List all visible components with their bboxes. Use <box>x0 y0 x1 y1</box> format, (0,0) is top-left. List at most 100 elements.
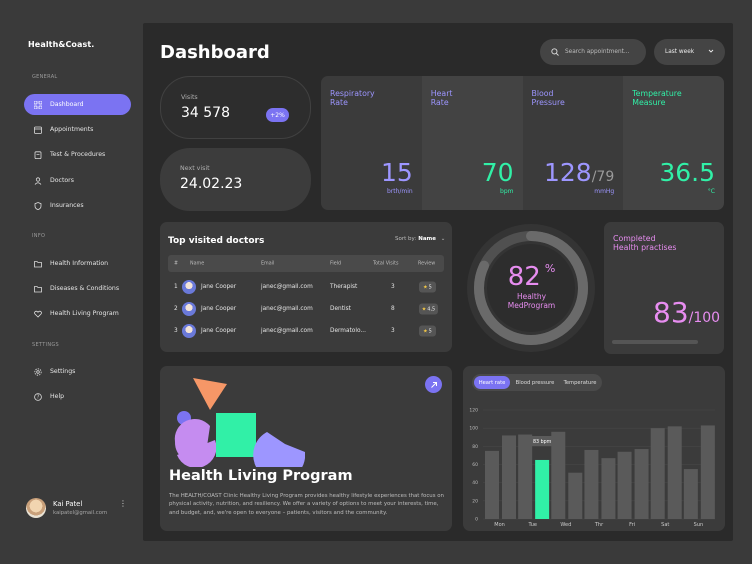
sidebar-item-label: Test & Procedures <box>50 151 106 158</box>
page-title: Dashboard <box>160 42 270 63</box>
table-row[interactable]: 1 Jane Cooper janec@gmail.com Therapist … <box>168 276 444 298</box>
vitals-chart-card: Heart rate Blood pressure Temperature 02… <box>463 366 725 531</box>
doctor-field: Dentist <box>330 306 351 312</box>
vital-value: 15 <box>380 158 413 187</box>
vital-temperature: Temperature Measure 36.5 °C <box>623 76 724 210</box>
progress-text: 82% Healthy MedProgram <box>463 262 600 310</box>
period-dropdown[interactable]: Last week <box>654 39 725 65</box>
doctor-name: Jane Cooper <box>201 284 237 290</box>
x-tick-label: Thr <box>594 522 604 528</box>
chart-tooltip-label: 83 bpm <box>533 439 552 445</box>
doctor-name: Jane Cooper <box>201 306 237 312</box>
sidebar-item-label: Settings <box>50 368 76 375</box>
shield-icon <box>32 200 44 212</box>
user-email: kaipatel@gmail.com <box>53 510 108 516</box>
x-tick-label: Tue <box>527 522 537 528</box>
sidebar-item-appointments[interactable]: Appointments <box>24 119 131 140</box>
sidebar-item-label: Diseases & Conditions <box>50 285 120 292</box>
user-name: Kai Patel <box>53 500 83 508</box>
completed-bar <box>612 340 698 344</box>
sidebar-item-insurances[interactable]: Insurances <box>24 195 131 216</box>
column-header: Review <box>418 261 436 266</box>
doctor-field: Dermatolo... <box>330 328 366 334</box>
person-icon <box>32 175 44 187</box>
sidebar-item-label: Help <box>50 393 65 400</box>
calendar-icon <box>32 124 44 136</box>
sidebar-item-diseases[interactable]: Diseases & Conditions <box>24 278 131 299</box>
sidebar-item-label: Health Information <box>50 260 109 267</box>
visits-card: Visits 34 578 +2% <box>160 76 311 139</box>
medprogram-progress: 82% Healthy MedProgram <box>463 222 600 354</box>
column-header: Email <box>261 261 275 266</box>
chart-bar-highlight <box>535 459 550 519</box>
table-row[interactable]: 2 Jane Cooper janec@gmail.com Dentist 8 … <box>168 298 444 320</box>
y-tick-label: 100 <box>469 426 478 432</box>
folder-icon <box>32 258 44 270</box>
vital-label: Temperature Measure <box>632 89 682 107</box>
sidebar: Health&Coast. GENERAL Dashboard Appointm… <box>0 0 143 564</box>
sidebar-item-tests[interactable]: Test & Procedures <box>24 144 131 165</box>
search-input[interactable]: Search appointment... <box>540 39 646 65</box>
x-tick-label: Sun <box>694 522 704 528</box>
vital-unit: °C <box>707 188 715 195</box>
vital-label: Blood Pressure <box>531 89 565 107</box>
sort-dropdown[interactable]: Sort by: Name ⌄ <box>395 236 445 242</box>
gear-icon <box>32 366 44 378</box>
visits-value: 34 578 <box>181 105 230 121</box>
sidebar-item-health-living[interactable]: Health Living Program <box>24 303 131 324</box>
sidebar-item-health-information[interactable]: Health Information <box>24 253 131 274</box>
row-number: 1 <box>174 284 178 290</box>
sidebar-item-settings[interactable]: Settings <box>24 361 131 382</box>
doctor-avatar <box>182 302 196 316</box>
table-row[interactable]: 3 Jane Cooper janec@gmail.com Dermatolo.… <box>168 320 444 342</box>
table-header: # Name Email Field Total Visits Review <box>168 255 444 272</box>
top-doctors-card: Top visited doctors Sort by: Name ⌄ # Nam… <box>160 222 452 352</box>
heart-icon <box>32 308 44 320</box>
progress-label: MedProgram <box>507 301 556 310</box>
completed-label: Completed Health practises <box>613 234 677 252</box>
doctor-visits: 3 <box>391 328 395 334</box>
main-content: Dashboard Search appointment... Last wee… <box>143 23 733 541</box>
more-options-icon[interactable]: ⋮ <box>119 499 127 508</box>
grid-icon <box>32 99 44 111</box>
chevron-down-icon <box>708 49 714 53</box>
star-icon: ★ <box>423 284 428 290</box>
health-living-program-card: Health Living Program The HEALTH/COAST C… <box>160 366 452 531</box>
doctor-visits: 8 <box>391 306 395 312</box>
sidebar-item-dashboard[interactable]: Dashboard <box>24 94 131 115</box>
star-icon: ★ <box>423 328 428 334</box>
vital-unit: brth/min <box>386 188 413 195</box>
sidebar-item-label: Dashboard <box>50 101 84 108</box>
chevron-down-icon: ⌄ <box>440 236 446 242</box>
chart-bar <box>502 435 516 519</box>
x-tick-label: Wed <box>560 522 571 528</box>
sidebar-item-label: Appointments <box>50 126 94 133</box>
next-visit-card: Next visit 24.02.23 <box>160 148 311 211</box>
chart-bar <box>667 426 682 519</box>
period-value: Last week <box>665 49 695 55</box>
vital-blood-pressure: Blood Pressure 128/79 mmHg <box>522 76 624 210</box>
sidebar-item-doctors[interactable]: Doctors <box>24 170 131 191</box>
chart-bar <box>584 449 599 519</box>
row-number: 3 <box>174 328 178 334</box>
open-program-button[interactable] <box>425 376 442 393</box>
chart-bar <box>683 469 698 519</box>
sort-label: Sort by: <box>395 236 417 242</box>
vitals-panel: Respiratory Rate 15 brth/min Heart Rate 70… <box>321 76 724 210</box>
vital-label: Respiratory Rate <box>330 89 375 107</box>
clipboard-icon <box>32 149 44 161</box>
vital-value: 36.5 <box>659 158 715 187</box>
search-icon <box>551 48 559 56</box>
sidebar-item-help[interactable]: ? Help <box>24 386 131 407</box>
program-title: Health Living Program <box>169 468 353 484</box>
vital-heart-rate: Heart Rate 70 bpm <box>421 76 523 210</box>
search-placeholder: Search appointment... <box>565 49 630 55</box>
user-profile[interactable]: Kai Patel kaipatel@gmail.com ⋮ <box>26 496 131 520</box>
chart-bar <box>601 458 616 519</box>
sidebar-item-label: Doctors <box>50 177 74 184</box>
x-tick-label: Mon <box>494 522 505 528</box>
bar-chart: 0 20 40 60 80 100 120 Mon Tue Wed Thr Fri Sat Sun 83 b… <box>469 408 715 528</box>
visits-change-badge: +2% <box>266 108 289 122</box>
section-settings: SETTINGS <box>32 342 60 348</box>
completed-value: 83/100 <box>653 296 721 329</box>
